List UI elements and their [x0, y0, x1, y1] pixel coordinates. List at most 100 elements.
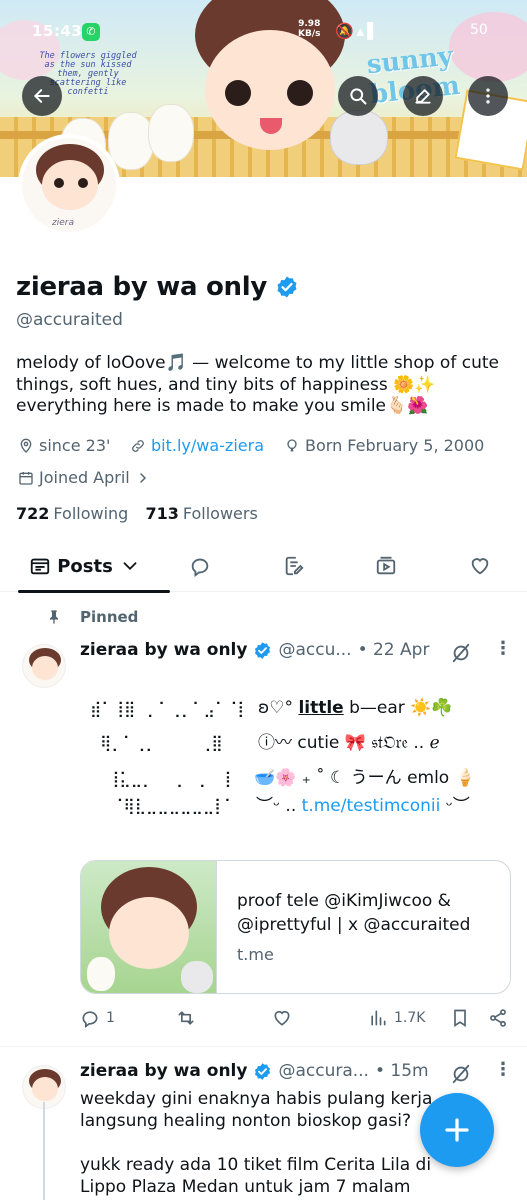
profile-tabs: Posts	[0, 540, 527, 593]
followers-label: Followers	[182, 504, 258, 523]
location-text: since 23'	[39, 436, 111, 455]
post-actions: 1 1.7K	[80, 1008, 510, 1032]
post-handle: @accura...	[278, 1061, 369, 1081]
more-vertical-icon	[486, 88, 490, 104]
post-text-fragment: b—ear ☀️☘️	[343, 698, 453, 718]
thread-line	[43, 1102, 45, 1200]
search-button[interactable]	[338, 76, 378, 116]
location-pin-icon	[20, 438, 32, 453]
view-count: 1.7K	[394, 1010, 426, 1026]
heart-icon	[274, 1010, 290, 1026]
calendar-icon	[19, 471, 33, 485]
share-button[interactable]	[488, 1008, 508, 1028]
post-text-line: ⓘ〰 cutie 🎀 𝔰𝔱𝔒𝔯𝔢 .. ℯ	[258, 733, 440, 753]
ascii-art-line: ⢿⡀⠁⢀⡀	[100, 734, 157, 752]
like-button[interactable]	[272, 1008, 292, 1028]
ascii-art-line: ⠈⡇	[226, 700, 249, 718]
cat-illustration	[330, 110, 388, 165]
reply-count: 1	[106, 1010, 115, 1026]
views-chart-icon	[371, 1010, 386, 1026]
post-author[interactable]: zieraa by wa only	[80, 1061, 247, 1081]
post-text-link[interactable]: little	[298, 698, 343, 718]
profile-avatar[interactable]: ziera	[18, 134, 120, 236]
post-avatar[interactable]	[22, 644, 66, 688]
tab-articles[interactable]	[272, 540, 316, 592]
status-time: 15:43	[32, 22, 83, 40]
ascii-art-line: ⢀⣿	[200, 734, 223, 752]
profile-display-name: zieraa by wa only	[16, 272, 268, 302]
heart-icon	[471, 558, 489, 575]
joined-text: Joined April	[39, 468, 130, 487]
bunny-illustration	[108, 112, 154, 170]
post-text-fragment: ʚ♡°	[258, 698, 299, 718]
network-speed-value: 9.98	[298, 19, 321, 29]
following-label: Following	[53, 504, 129, 523]
post-body: weekday gini enaknya habis pulang kerja …	[80, 1088, 470, 1200]
birthday-text: Born February 5, 2000	[305, 436, 485, 455]
verified-badge-icon	[255, 641, 271, 659]
posts-tab-icon	[31, 558, 50, 575]
post-time: • 15m	[374, 1061, 429, 1081]
link-preview-image	[81, 861, 217, 993]
back-button[interactable]	[22, 76, 62, 116]
media-icon	[376, 556, 396, 575]
compose-post-button[interactable]	[420, 1093, 494, 1167]
profile-screen: The flowers giggled as the sun kissed th…	[0, 0, 527, 1200]
post-text-line: 🥣🌸 ₊ ˚ ☾ うーん emlo 🍦	[254, 768, 476, 788]
profile-joined[interactable]: Joined April	[18, 468, 151, 487]
whatsapp-notification-icon: ✆	[82, 23, 100, 41]
ascii-art-line: ⠈⢿⣇⣀⣀⣀⣀⣀⣀⡇	[112, 797, 226, 815]
avatar-caption: ziera	[52, 218, 74, 228]
edit-button[interactable]	[403, 76, 443, 116]
profile-birthday: Born February 5, 2000	[284, 436, 484, 455]
following-count: 722	[16, 504, 50, 523]
grok-icon[interactable]	[450, 1063, 472, 1085]
pinned-indicator: Pinned	[46, 608, 138, 626]
post-body-paragraph: weekday gini enaknya habis pulang kerja …	[80, 1089, 433, 1131]
profile-link[interactable]: bit.ly/wa-ziera	[130, 436, 264, 455]
post-header: zieraa by wa only @accura... • 15m	[80, 1061, 429, 1081]
tab-likes[interactable]	[458, 540, 502, 592]
article-icon	[285, 556, 304, 576]
post-handle: @accu...	[278, 640, 352, 660]
reply-bubble-icon	[191, 558, 209, 577]
tab-posts-label: Posts	[57, 555, 113, 577]
views-button[interactable]: 1.7K	[368, 1008, 425, 1028]
post-text-fragment: ᵕ︶	[440, 796, 470, 816]
post-more-button[interactable]: ⋮	[494, 640, 512, 658]
profile-location: since 23'	[18, 436, 110, 455]
link-icon	[132, 439, 144, 452]
bookmark-icon	[454, 1009, 466, 1028]
link-preview-card[interactable]: proof tele @iKimJiwcoo & @iprettyful | x…	[80, 860, 511, 994]
following-link[interactable]: 722 Following	[16, 504, 128, 523]
more-options-button[interactable]	[468, 76, 508, 116]
ascii-art-line: ⠁	[224, 797, 236, 815]
plus-icon	[445, 1118, 469, 1142]
post-body-paragraph: yukk ready ada 10 tiket film Cerita Lila…	[80, 1155, 432, 1200]
search-icon	[350, 88, 367, 105]
post-text-fragment: ︶ᵕ ..	[256, 796, 302, 816]
chevron-down-icon	[123, 562, 137, 571]
grok-icon[interactable]	[450, 642, 472, 664]
verified-badge-icon	[255, 1062, 271, 1080]
profile-name-row: zieraa by wa only	[16, 272, 299, 302]
network-speed-unit: KB/s	[298, 29, 321, 39]
post-author[interactable]: zieraa by wa only	[80, 640, 247, 660]
post-time: • 22 Apr	[357, 640, 430, 660]
telegram-link[interactable]: t.me/testimconii	[302, 796, 441, 816]
post-text-line: ʚ♡° little b—ear ☀️☘️	[258, 698, 453, 719]
followers-link[interactable]: 713 Followers	[145, 504, 257, 523]
repost-button[interactable]	[176, 1008, 196, 1028]
tab-media[interactable]	[364, 540, 408, 592]
post-divider	[0, 1046, 527, 1047]
tab-posts[interactable]: Posts	[18, 540, 170, 593]
share-icon	[490, 1009, 506, 1027]
verified-badge-icon[interactable]	[275, 275, 299, 299]
edit-icon	[415, 89, 431, 104]
profile-link-text[interactable]: bit.ly/wa-ziera	[151, 436, 264, 455]
profile-handle: @accuraited	[16, 310, 123, 330]
reply-button[interactable]: 1	[80, 1008, 115, 1028]
post-more-button[interactable]: ⋮	[494, 1061, 512, 1079]
tab-replies[interactable]	[178, 540, 222, 592]
bookmark-button[interactable]	[450, 1008, 470, 1028]
